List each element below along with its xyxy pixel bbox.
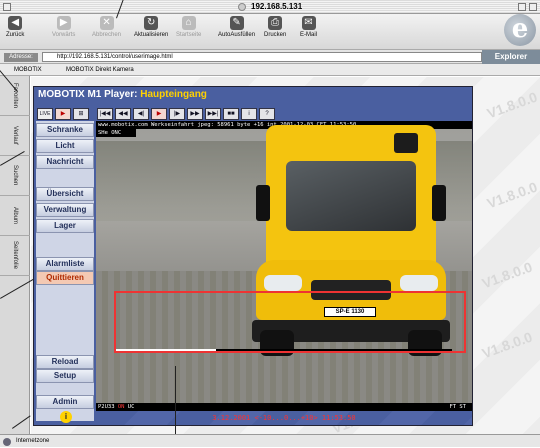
camera-image[interactable]: www.mobotix.com Werkseinfahrt jpeg: 5896… — [96, 121, 472, 411]
menu-item-overview[interactable]: Übersicht — [36, 187, 94, 201]
mail-icon: ✉ — [301, 16, 316, 30]
detection-line-segment — [116, 349, 216, 351]
van-mirror — [432, 185, 446, 221]
camera-overlay-second: SHe ONC — [96, 129, 136, 137]
side-tab-album[interactable]: Album — [0, 196, 30, 236]
explorer-button[interactable]: Explorer — [482, 50, 540, 64]
menu-item-admin[interactable]: Admin — [36, 395, 94, 409]
callout-line — [175, 366, 176, 444]
camera-overlay-bottom: P2U33 ON UC FT ST — [96, 403, 472, 411]
back-button[interactable]: ◀ Zurück — [6, 16, 24, 38]
refresh-label: Aktualisieren — [134, 32, 169, 38]
mail-label: E-Mail — [300, 32, 318, 38]
info-button[interactable]: i — [241, 108, 257, 120]
stop-icon: ✕ — [99, 16, 114, 30]
menu-item-light[interactable]: Licht — [36, 139, 94, 153]
last-frame-button[interactable]: ▶▶| — [205, 108, 221, 120]
menu-item-reload[interactable]: Reload — [36, 355, 94, 369]
window-title: 192.168.5.131 — [251, 2, 303, 11]
van-headlight — [264, 275, 302, 291]
pause-button[interactable]: ■■ — [223, 108, 239, 120]
van-headlight — [400, 275, 438, 291]
back-arrow-icon: ◀ — [8, 16, 23, 30]
player-menu: Schranke Licht Nachricht Übersicht Verwa… — [36, 121, 94, 423]
grid-view-button[interactable]: ⊞ — [73, 108, 89, 120]
favorite-item[interactable]: MOBOTIX Direkt Kamera — [66, 64, 134, 76]
zoom-box-icon[interactable] — [518, 3, 526, 11]
security-lock-icon — [237, 2, 246, 11]
side-tab-history[interactable]: Verlauf — [0, 116, 30, 156]
menu-item-barrier[interactable]: Schranke — [36, 123, 94, 137]
watermark: V1.8.0.0 — [484, 178, 540, 212]
window-titlebar[interactable]: 192.168.5.131 — [0, 0, 540, 14]
print-icon: ⎙ — [268, 16, 283, 30]
internet-zone-icon — [3, 438, 11, 446]
player-title: MOBOTIX M1 Player: Haupteingang — [38, 89, 207, 100]
forward-arrow-icon: ▶ — [56, 16, 71, 30]
home-button[interactable]: ⌂ Startseite — [176, 16, 201, 38]
rewind-button[interactable]: ◀◀ — [115, 108, 131, 120]
forward-button[interactable]: ▶ Vorwärts — [52, 16, 75, 38]
overlay-bottom-status: ON — [117, 404, 125, 410]
play-button[interactable]: ▶ — [151, 108, 167, 120]
menu-item-administration[interactable]: Verwaltung — [36, 203, 94, 217]
van-windshield — [286, 161, 416, 231]
step-forward-button[interactable]: |▶ — [169, 108, 185, 120]
menu-item-acknowledge[interactable]: Quittieren — [36, 271, 94, 285]
print-button[interactable]: ⎙ Drucken — [264, 16, 286, 38]
info-icon[interactable]: i — [60, 411, 72, 423]
explorer-side-tabs: Favoriten Verlauf Suchen Album Seitenfol… — [0, 76, 30, 434]
mail-button[interactable]: ✉ E-Mail — [300, 16, 317, 38]
collapse-box-icon[interactable] — [529, 3, 537, 11]
menu-item-setup[interactable]: Setup — [36, 369, 94, 383]
watermark: V1.8.0.0 — [484, 88, 540, 122]
overlay-bottom-left: P2U33 — [98, 404, 118, 410]
menu-item-alarm-list[interactable]: Alarmliste — [36, 257, 94, 271]
detection-line — [116, 349, 452, 351]
address-label: Adresse: — [4, 53, 38, 62]
first-frame-button[interactable]: |◀◀ — [97, 108, 113, 120]
watermark: V1.8.0.0 — [479, 258, 535, 292]
watermark: V1.8.0.0 — [479, 328, 535, 362]
favorite-item[interactable]: MOBOTIX — [14, 64, 42, 76]
browser-toolbar: ◀ Zurück ▶ Vorwärts ✕ Abbrechen ↻ Aktual… — [0, 14, 540, 50]
status-bar: Internetzone — [0, 434, 540, 447]
mobotix-player: MOBOTIX M1 Player: Haupteingang LIVE ▶ ⊞… — [33, 86, 473, 426]
menu-item-message[interactable]: Nachricht — [36, 155, 94, 169]
home-icon: ⌂ — [181, 16, 196, 30]
player-title-prefix: MOBOTIX M1 Player: — [38, 89, 141, 100]
autofill-icon: ✎ — [229, 16, 244, 30]
stop-button[interactable]: ✕ Abbrechen — [92, 16, 121, 38]
van-mirror — [256, 185, 270, 221]
post-horn-logo — [394, 133, 418, 153]
address-field[interactable]: http://192.168.5.131/control/userimage.h… — [42, 52, 482, 62]
live-button[interactable]: LIVE — [37, 108, 53, 120]
side-tab-favorites[interactable]: Favoriten — [0, 76, 30, 116]
play-live-button[interactable]: ▶ — [55, 108, 71, 120]
help-button[interactable]: ? — [259, 108, 275, 120]
fast-forward-button[interactable]: ▶▶ — [187, 108, 203, 120]
refresh-button[interactable]: ↻ Aktualisieren — [134, 16, 168, 38]
overlay-bottom-after: UC — [124, 404, 135, 410]
refresh-icon: ↻ — [144, 16, 159, 30]
autofill-button[interactable]: ✎ AutoAusfüllen — [218, 16, 255, 38]
camera-name: Haupteingang — [140, 89, 207, 100]
forward-label: Vorwärts — [52, 32, 76, 38]
step-back-button[interactable]: ◀| — [133, 108, 149, 120]
status-text: Internetzone — [16, 438, 50, 444]
side-tab-page-holder[interactable]: Seitenfolie — [0, 236, 30, 276]
stop-label: Abbrechen — [92, 32, 122, 38]
autofill-label: AutoAusfüllen — [218, 32, 256, 38]
menu-item-storage[interactable]: Lager — [36, 219, 94, 233]
address-bar: Adresse: http://192.168.5.131/control/us… — [0, 50, 540, 64]
favorites-bar: MOBOTIX MOBOTIX Direkt Kamera — [0, 64, 540, 76]
close-box-icon[interactable] — [3, 3, 11, 11]
home-label: Startseite — [176, 32, 202, 38]
browser-logo: e — [504, 14, 536, 46]
detection-area-frame — [114, 291, 466, 353]
overlay-bottom-right: FT ST — [449, 404, 466, 410]
back-label: Zurück — [6, 32, 25, 38]
timeline-caption[interactable]: 3.12.2001 <-10...0...+10> 11:53:50 — [96, 411, 472, 425]
print-label: Drucken — [264, 32, 287, 38]
